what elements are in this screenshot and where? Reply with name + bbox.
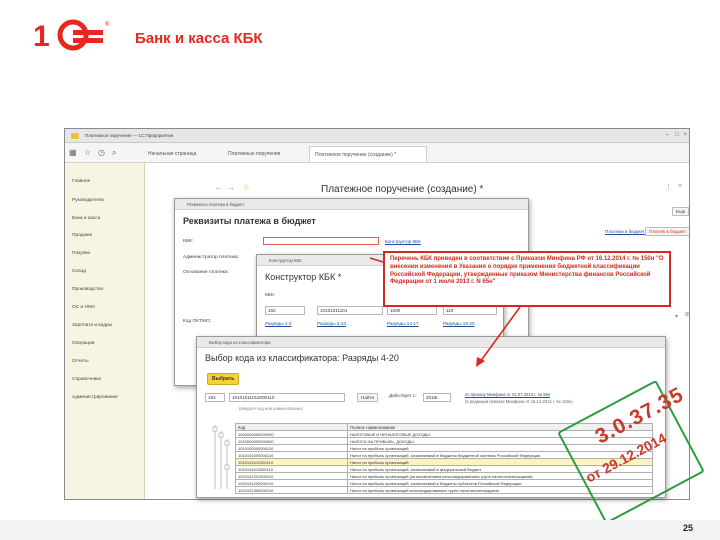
version-date: от 29.12.2014 xyxy=(582,429,669,486)
slide-footer xyxy=(0,520,720,540)
page-number: 25 xyxy=(683,523,694,533)
